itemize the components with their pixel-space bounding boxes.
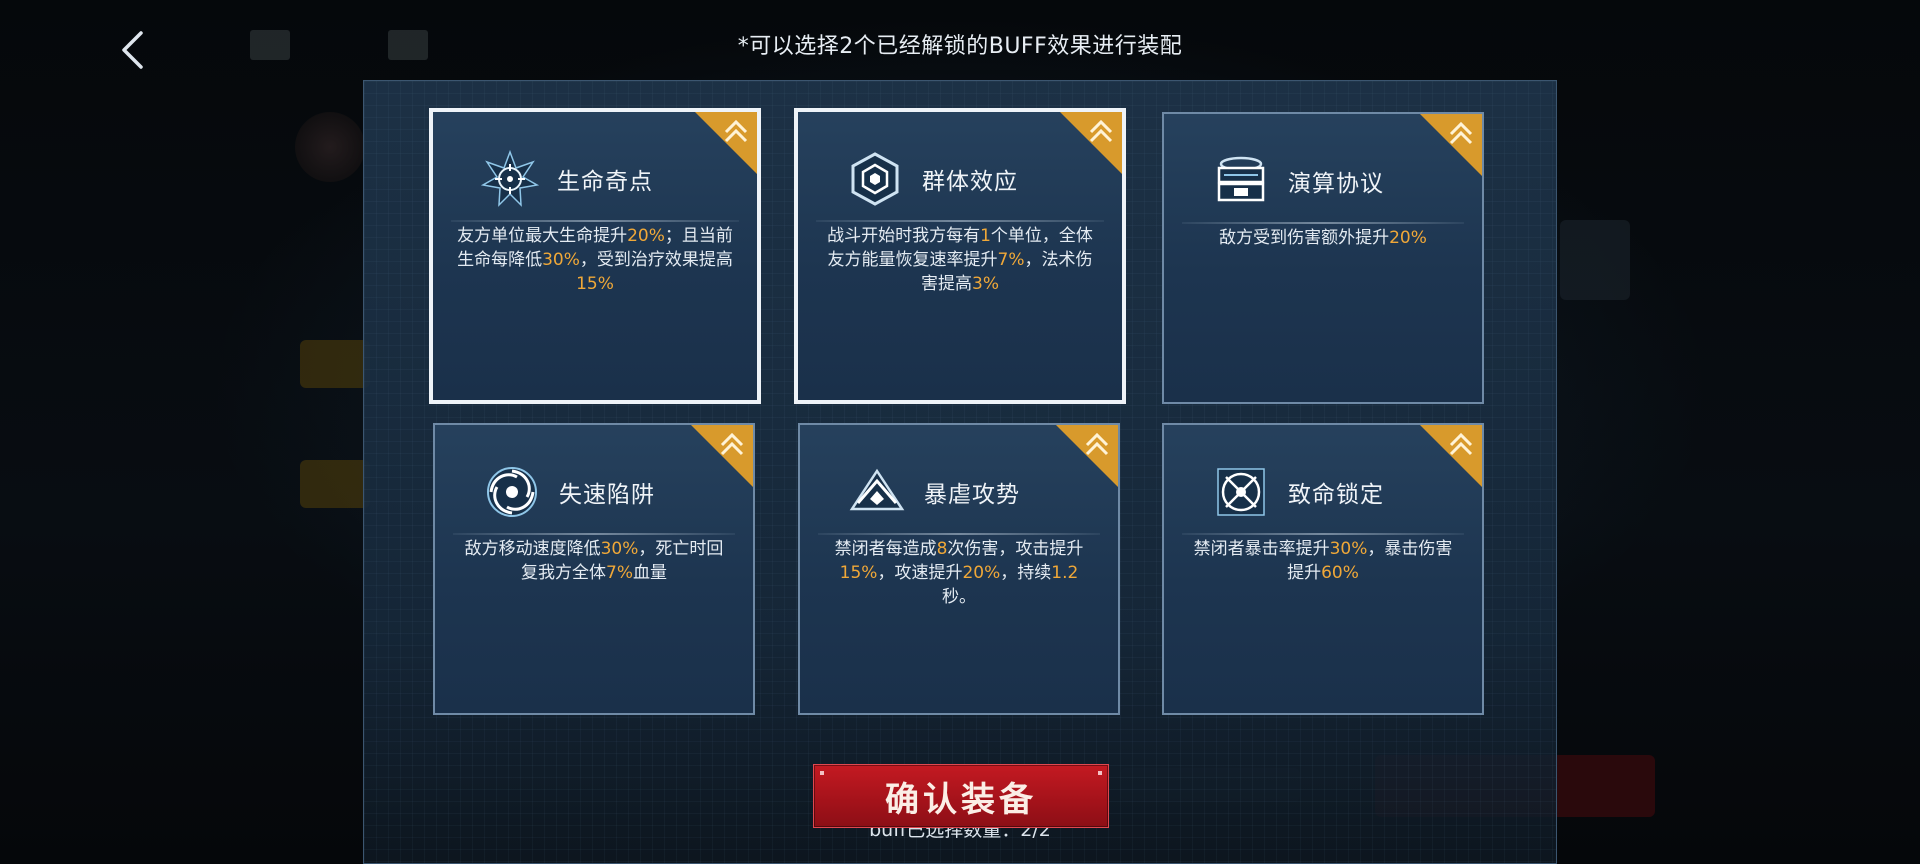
buff-card-group-effect[interactable]: 群体效应 战斗开始时我方每有1个单位，全体友方能量恢复速率提升7%，法术伤害提高…: [794, 108, 1126, 404]
description-text: 秒。: [942, 587, 976, 607]
card-divider: [453, 533, 735, 535]
description-text: 战斗开始时我方每有: [827, 226, 981, 246]
buff-card-life-singularity[interactable]: 生命奇点 友方单位最大生命提升20%；且当前生命每降低30%，受到治疗效果提高1…: [429, 108, 761, 404]
highlight-value: 20%: [962, 563, 1001, 583]
buff-description: 敌方受到伤害额外提升20%: [1188, 226, 1458, 250]
double-chevron-up-icon: [720, 432, 744, 456]
highlight-value: 1.2: [1051, 563, 1079, 583]
description-text: 血量: [632, 563, 667, 583]
highlight-value: 30%: [1329, 539, 1368, 559]
highlight-value: 15%: [576, 274, 614, 294]
description-text: ；: [664, 226, 682, 246]
buff-name: 失速陷阱: [559, 482, 655, 508]
confirm-equip-button[interactable]: 确认装备: [813, 764, 1109, 828]
buff-name: 致命锁定: [1288, 482, 1384, 508]
buff-card-calculation-protocol[interactable]: 演算协议 敌方受到伤害额外提升20%: [1162, 112, 1484, 404]
card-divider: [816, 220, 1104, 222]
double-chevron-up-icon: [1449, 432, 1473, 456]
buff-selection-panel: 生命奇点 友方单位最大生命提升20%；且当前生命每降低30%，受到治疗效果提高1…: [363, 80, 1557, 864]
hexagon-cog-icon: [851, 152, 899, 206]
double-chevron-up-icon: [1089, 119, 1113, 143]
buff-description: 敌方移动速度降低30%，死亡时回复我方全体7%血量: [459, 537, 729, 585]
card-divider: [1182, 222, 1464, 224]
highlight-value: 7%: [997, 250, 1025, 270]
background-panel: [300, 340, 370, 388]
target-lock-icon: [1217, 468, 1265, 516]
highlight-value: 20%: [1389, 228, 1427, 248]
vortex-icon: [487, 467, 537, 517]
buff-description: 友方单位最大生命提升20%；且当前生命每降低30%，受到治疗效果提高15%: [457, 224, 733, 296]
buff-description: 禁闭者暴击率提升30%，暴击伤害提升60%: [1188, 537, 1458, 585]
card-divider: [818, 533, 1100, 535]
highlight-value: 30%: [542, 250, 580, 270]
star-crosshair-icon: [481, 150, 539, 207]
description-text: 禁闭者暴击率提升: [1193, 539, 1330, 559]
card-divider: [451, 220, 739, 222]
buff-name: 群体效应: [922, 169, 1018, 195]
buff-description: 禁闭者每造成8次伤害，攻击提升 15%，攻速提升20%，持续1.2 秒。: [824, 537, 1094, 609]
highlight-value: 7%: [606, 563, 633, 583]
background-panel: [300, 460, 370, 508]
double-chevron-up-icon: [724, 119, 748, 143]
background-avatar: [295, 112, 365, 182]
highlight-value: 30%: [600, 539, 639, 559]
description-text: 禁闭者每造成: [834, 539, 937, 559]
buff-card-brutal-offense[interactable]: 暴虐攻势 禁闭者每造成8次伤害，攻击提升 15%，攻速提升20%，持续1.2 秒。: [798, 423, 1120, 715]
description-text: ，持续: [1000, 563, 1052, 583]
description-text: ，攻速提升: [877, 563, 963, 583]
buff-name: 暴虐攻势: [924, 482, 1020, 508]
background-panel: [1560, 220, 1630, 300]
buff-card-stall-trap[interactable]: 失速陷阱 敌方移动速度降低30%，死亡时回复我方全体7%血量: [433, 423, 755, 715]
description-text: 敌方受到伤害额外提升: [1219, 228, 1390, 248]
highlight-value: 1: [980, 226, 991, 246]
buff-card-fatal-lock[interactable]: 致命锁定 禁闭者暴击率提升30%，暴击伤害提升60%: [1162, 423, 1484, 715]
description-text: ，受到治疗效果提高: [579, 250, 733, 270]
description-text: 友方单位最大生命提升: [457, 226, 628, 246]
buff-description: 战斗开始时我方每有1个单位，全体友方能量恢复速率提升7%，法术伤害提高3%: [822, 224, 1098, 296]
buff-name: 生命奇点: [557, 169, 653, 195]
highlight-value: 20%: [627, 226, 665, 246]
highlight-value: 8: [936, 539, 948, 559]
description-text: 次伤害，攻击提升: [947, 539, 1084, 559]
highlight-value: 3%: [972, 274, 999, 294]
highlight-value: 60%: [1321, 563, 1359, 583]
highlight-value: 15%: [839, 563, 878, 583]
buff-name: 演算协议: [1288, 171, 1384, 197]
double-chevron-up-icon: [1085, 432, 1109, 456]
double-chevron-up-icon: [1449, 121, 1473, 145]
server-chest-icon: [1217, 156, 1265, 202]
description-text: 敌方移动速度降低: [464, 539, 601, 559]
game-screen: *可以选择2个已经解锁的BUFF效果进行装配 生命奇点 友方单位最大生命提升20…: [0, 0, 1920, 864]
selection-hint: *可以选择2个已经解锁的BUFF效果进行装配: [737, 34, 1183, 59]
card-divider: [1182, 533, 1464, 535]
chevron-eye-icon: [849, 468, 905, 511]
